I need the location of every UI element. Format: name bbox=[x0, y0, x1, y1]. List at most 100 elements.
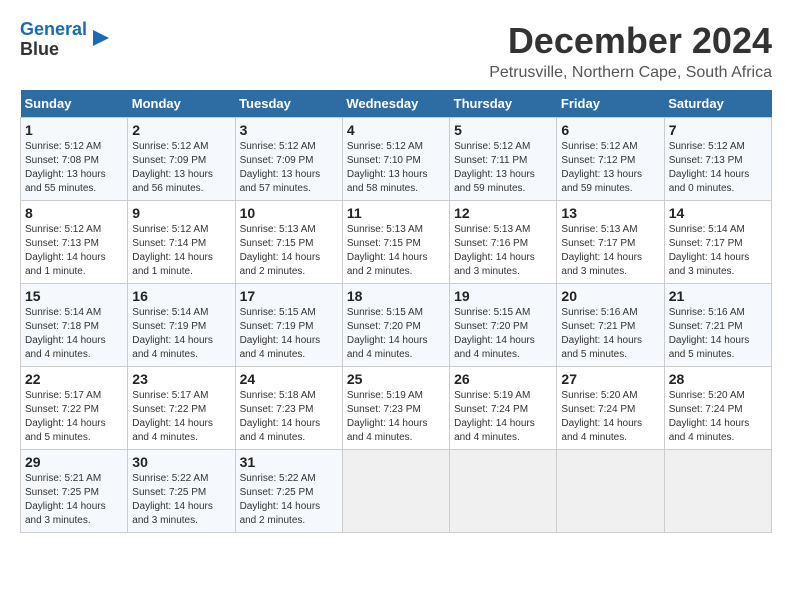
day-number: 2 bbox=[132, 122, 230, 138]
calendar-cell: 5Sunrise: 5:12 AM Sunset: 7:11 PM Daylig… bbox=[450, 118, 557, 201]
day-number: 18 bbox=[347, 288, 445, 304]
day-number: 27 bbox=[561, 371, 659, 387]
day-number: 29 bbox=[25, 454, 123, 470]
calendar-cell: 3 Sunrise: 5:12 AM Sunset: 7:09 PM Daylig… bbox=[235, 118, 342, 201]
day-number: 21 bbox=[669, 288, 767, 304]
day-info: Sunrise: 5:18 AM Sunset: 7:23 PM Dayligh… bbox=[240, 389, 338, 445]
day-number: 19 bbox=[454, 288, 552, 304]
day-info: Sunrise: 5:14 AM Sunset: 7:18 PM Dayligh… bbox=[25, 306, 123, 362]
day-number: 8 bbox=[25, 205, 123, 221]
calendar-cell: 21Sunrise: 5:16 AM Sunset: 7:21 PM Dayli… bbox=[664, 284, 771, 367]
day-number: 13 bbox=[561, 205, 659, 221]
calendar-cell: 30 Sunrise: 5:22 AM Sunset: 7:25 PM Dayli… bbox=[128, 450, 235, 533]
day-info: Sunrise: 5:15 AM Sunset: 7:20 PM Dayligh… bbox=[454, 306, 552, 362]
calendar-cell: 16 Sunrise: 5:14 AM Sunset: 7:19 PM Dayli… bbox=[128, 284, 235, 367]
day-number: 4 bbox=[347, 122, 445, 138]
page-header: GeneralBlue December 2024 Petrusville, N… bbox=[20, 20, 772, 82]
calendar-cell: 1Sunrise: 5:12 AM Sunset: 7:08 PM Daylig… bbox=[21, 118, 128, 201]
calendar-cell: 9 Sunrise: 5:12 AM Sunset: 7:14 PM Daylig… bbox=[128, 201, 235, 284]
calendar-cell: 10 Sunrise: 5:13 AM Sunset: 7:15 PM Dayli… bbox=[235, 201, 342, 284]
title-block: December 2024 Petrusville, Northern Cape… bbox=[489, 20, 772, 82]
col-header-saturday: Saturday bbox=[664, 90, 771, 118]
day-info: Sunrise: 5:22 AM Sunset: 7:25 PM Dayligh… bbox=[240, 472, 338, 528]
day-info: Sunrise: 5:12 AM Sunset: 7:09 PM Dayligh… bbox=[240, 140, 338, 196]
day-number: 16 bbox=[132, 288, 230, 304]
day-info: Sunrise: 5:14 AM Sunset: 7:19 PM Dayligh… bbox=[132, 306, 230, 362]
calendar-cell: 25 Sunrise: 5:19 AM Sunset: 7:23 PM Dayli… bbox=[342, 367, 449, 450]
day-info: Sunrise: 5:17 AM Sunset: 7:22 PM Dayligh… bbox=[25, 389, 123, 445]
day-info: Sunrise: 5:20 AM Sunset: 7:24 PM Dayligh… bbox=[561, 389, 659, 445]
month-title: December 2024 bbox=[489, 20, 772, 62]
day-number: 17 bbox=[240, 288, 338, 304]
day-number: 10 bbox=[240, 205, 338, 221]
day-number: 20 bbox=[561, 288, 659, 304]
day-number: 1 bbox=[25, 122, 123, 138]
day-info: Sunrise: 5:13 AM Sunset: 7:16 PM Dayligh… bbox=[454, 223, 552, 279]
col-header-sunday: Sunday bbox=[21, 90, 128, 118]
day-info: Sunrise: 5:12 AM Sunset: 7:12 PM Dayligh… bbox=[561, 140, 659, 196]
calendar-cell: 7Sunrise: 5:12 AM Sunset: 7:13 PM Daylig… bbox=[664, 118, 771, 201]
calendar-cell: 27 Sunrise: 5:20 AM Sunset: 7:24 PM Dayli… bbox=[557, 367, 664, 450]
calendar-cell: 26 Sunrise: 5:19 AM Sunset: 7:24 PM Dayli… bbox=[450, 367, 557, 450]
day-info: Sunrise: 5:13 AM Sunset: 7:15 PM Dayligh… bbox=[347, 223, 445, 279]
calendar-table: SundayMondayTuesdayWednesdayThursdayFrid… bbox=[20, 90, 772, 533]
calendar-cell bbox=[450, 450, 557, 533]
day-info: Sunrise: 5:13 AM Sunset: 7:15 PM Dayligh… bbox=[240, 223, 338, 279]
day-info: Sunrise: 5:12 AM Sunset: 7:13 PM Dayligh… bbox=[25, 223, 123, 279]
day-number: 31 bbox=[240, 454, 338, 470]
calendar-cell bbox=[664, 450, 771, 533]
calendar-cell: 15 Sunrise: 5:14 AM Sunset: 7:18 PM Dayli… bbox=[21, 284, 128, 367]
day-info: Sunrise: 5:17 AM Sunset: 7:22 PM Dayligh… bbox=[132, 389, 230, 445]
day-number: 5 bbox=[454, 122, 552, 138]
calendar-cell: 19 Sunrise: 5:15 AM Sunset: 7:20 PM Dayli… bbox=[450, 284, 557, 367]
calendar-cell: 29Sunrise: 5:21 AM Sunset: 7:25 PM Dayli… bbox=[21, 450, 128, 533]
calendar-cell: 6 Sunrise: 5:12 AM Sunset: 7:12 PM Daylig… bbox=[557, 118, 664, 201]
day-number: 3 bbox=[240, 122, 338, 138]
day-number: 26 bbox=[454, 371, 552, 387]
logo: GeneralBlue bbox=[20, 20, 111, 60]
calendar-cell: 4 Sunrise: 5:12 AM Sunset: 7:10 PM Daylig… bbox=[342, 118, 449, 201]
day-info: Sunrise: 5:15 AM Sunset: 7:19 PM Dayligh… bbox=[240, 306, 338, 362]
col-header-tuesday: Tuesday bbox=[235, 90, 342, 118]
day-info: Sunrise: 5:19 AM Sunset: 7:24 PM Dayligh… bbox=[454, 389, 552, 445]
day-number: 30 bbox=[132, 454, 230, 470]
logo-arrow-icon bbox=[91, 28, 111, 48]
day-info: Sunrise: 5:14 AM Sunset: 7:17 PM Dayligh… bbox=[669, 223, 767, 279]
calendar-cell: 20 Sunrise: 5:16 AM Sunset: 7:21 PM Dayli… bbox=[557, 284, 664, 367]
calendar-cell: 2 Sunrise: 5:12 AM Sunset: 7:09 PM Daylig… bbox=[128, 118, 235, 201]
day-info: Sunrise: 5:12 AM Sunset: 7:10 PM Dayligh… bbox=[347, 140, 445, 196]
col-header-thursday: Thursday bbox=[450, 90, 557, 118]
calendar-cell: 11 Sunrise: 5:13 AM Sunset: 7:15 PM Dayli… bbox=[342, 201, 449, 284]
day-info: Sunrise: 5:13 AM Sunset: 7:17 PM Dayligh… bbox=[561, 223, 659, 279]
col-header-friday: Friday bbox=[557, 90, 664, 118]
calendar-cell: 12Sunrise: 5:13 AM Sunset: 7:16 PM Dayli… bbox=[450, 201, 557, 284]
day-info: Sunrise: 5:16 AM Sunset: 7:21 PM Dayligh… bbox=[561, 306, 659, 362]
calendar-cell bbox=[557, 450, 664, 533]
day-number: 24 bbox=[240, 371, 338, 387]
calendar-cell: 22 Sunrise: 5:17 AM Sunset: 7:22 PM Dayli… bbox=[21, 367, 128, 450]
day-info: Sunrise: 5:19 AM Sunset: 7:23 PM Dayligh… bbox=[347, 389, 445, 445]
day-number: 28 bbox=[669, 371, 767, 387]
day-info: Sunrise: 5:12 AM Sunset: 7:13 PM Dayligh… bbox=[669, 140, 767, 196]
calendar-cell: 24 Sunrise: 5:18 AM Sunset: 7:23 PM Dayli… bbox=[235, 367, 342, 450]
day-info: Sunrise: 5:15 AM Sunset: 7:20 PM Dayligh… bbox=[347, 306, 445, 362]
calendar-cell: 28Sunrise: 5:20 AM Sunset: 7:24 PM Dayli… bbox=[664, 367, 771, 450]
day-number: 14 bbox=[669, 205, 767, 221]
calendar-cell: 23 Sunrise: 5:17 AM Sunset: 7:22 PM Dayli… bbox=[128, 367, 235, 450]
day-number: 15 bbox=[25, 288, 123, 304]
calendar-cell: 14 Sunrise: 5:14 AM Sunset: 7:17 PM Dayli… bbox=[664, 201, 771, 284]
calendar-cell: 18 Sunrise: 5:15 AM Sunset: 7:20 PM Dayli… bbox=[342, 284, 449, 367]
day-info: Sunrise: 5:12 AM Sunset: 7:14 PM Dayligh… bbox=[132, 223, 230, 279]
day-info: Sunrise: 5:22 AM Sunset: 7:25 PM Dayligh… bbox=[132, 472, 230, 528]
day-number: 6 bbox=[561, 122, 659, 138]
day-number: 22 bbox=[25, 371, 123, 387]
calendar-cell: 13 Sunrise: 5:13 AM Sunset: 7:17 PM Dayli… bbox=[557, 201, 664, 284]
calendar-cell: 17 Sunrise: 5:15 AM Sunset: 7:19 PM Dayli… bbox=[235, 284, 342, 367]
day-number: 11 bbox=[347, 205, 445, 221]
day-number: 25 bbox=[347, 371, 445, 387]
col-header-monday: Monday bbox=[128, 90, 235, 118]
day-number: 9 bbox=[132, 205, 230, 221]
day-info: Sunrise: 5:12 AM Sunset: 7:09 PM Dayligh… bbox=[132, 140, 230, 196]
day-number: 23 bbox=[132, 371, 230, 387]
calendar-cell: 31 Sunrise: 5:22 AM Sunset: 7:25 PM Dayli… bbox=[235, 450, 342, 533]
